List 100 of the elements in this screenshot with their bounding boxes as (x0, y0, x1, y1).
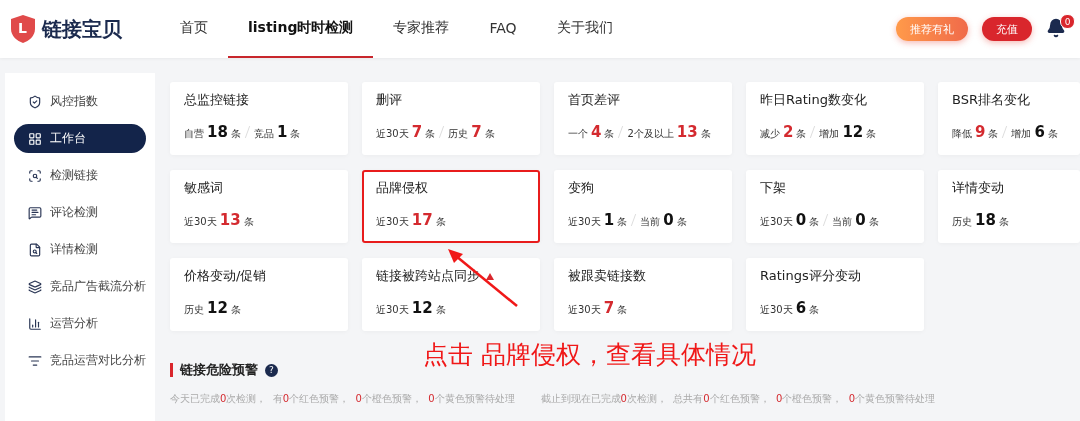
stat-value: 12 (411, 299, 433, 317)
stat-card[interactable]: 昨日Rating数变化 减少 2 条 增加 12 条 (746, 82, 924, 155)
stat-label: 降低 (952, 127, 972, 141)
annotation-text: 点击 品牌侵权，查看具体情况 (423, 339, 756, 371)
sidebar-item[interactable]: 详情检测 (14, 235, 146, 264)
stat-unit: 条 (604, 127, 615, 141)
stat-value: 18 (975, 211, 996, 229)
stat-value: 0 (663, 211, 674, 229)
stat-value: 4 (591, 123, 602, 141)
stat-value: 1 (276, 123, 288, 141)
section-title: 链接危险预警 (180, 361, 258, 379)
stat-unit: 条 (866, 127, 877, 141)
stat-label: 当前 (640, 215, 661, 229)
stat-card[interactable]: 敏感词 近30天 13 条 (170, 170, 348, 243)
stat-card[interactable]: 详情变动 历史 18 条 (938, 170, 1080, 243)
card-title: 删评 (376, 91, 402, 109)
stat-card[interactable]: Ratings评分变动 近30天 6 条 (746, 258, 924, 331)
bar-chart-icon (28, 316, 42, 331)
stat-card[interactable]: 总监控链接 自营 18 条 竞品 1 条 (170, 82, 348, 155)
stat-card[interactable]: BSR排名变化 降低 9 条 增加 6 条 (938, 82, 1080, 155)
stat-unit: 条 (435, 303, 446, 317)
stat-unit: 条 (484, 127, 495, 141)
message-icon (28, 205, 42, 220)
stat-value: 13 (219, 211, 241, 229)
stat-label: 近30天 (760, 215, 793, 229)
stat-card[interactable]: 删评 近30天 7 条 历史 7 条 (362, 82, 540, 155)
stat-unit: 条 (290, 127, 301, 141)
stat-label: 增加 (819, 127, 840, 141)
nav-tab[interactable]: 关于我们 (536, 0, 633, 58)
sidebar-item[interactable]: 检测链接 (14, 161, 146, 190)
sidebar-item[interactable]: 运营分析 (14, 309, 146, 338)
stat-value: 12 (842, 123, 864, 141)
brand-name: 链接宝贝 (42, 15, 122, 43)
card-title: 品牌侵权 (376, 179, 428, 197)
stat-card[interactable]: 被跟卖链接数 近30天 7 条 (554, 258, 732, 331)
nav-tab[interactable]: 专家推荐 (373, 0, 470, 58)
stat-unit: 条 (617, 215, 628, 229)
bell-icon[interactable] (1046, 18, 1066, 38)
stat-label: 历史 (952, 215, 972, 229)
card-title: 下架 (760, 179, 786, 197)
nav-tab[interactable]: listing时时检测 (228, 0, 374, 58)
stat-label: 近30天 (568, 215, 601, 229)
stat-unit: 条 (435, 215, 446, 229)
stat-label: 竞品 (253, 127, 274, 141)
card-title: 首页差评 (568, 91, 620, 109)
stat-unit: 条 (676, 215, 687, 229)
card-title: 变狗 (568, 179, 594, 197)
shield-icon (28, 94, 42, 109)
layers-icon (28, 279, 42, 294)
stat-label: 近30天 (760, 303, 793, 317)
stat-card[interactable]: 下架 近30天 0 条 当前 0 条 (746, 170, 924, 243)
stat-value: 6 (795, 299, 807, 317)
document-search-icon (28, 242, 42, 257)
stat-card[interactable]: 价格变动/促销 历史 12 条 (170, 258, 348, 331)
stat-card[interactable]: 首页差评 一个 4 条 2个及以上 13 条 (554, 82, 732, 155)
scan-icon (28, 168, 42, 183)
stat-value: 6 (1034, 123, 1045, 141)
stat-unit: 条 (617, 303, 628, 317)
stat-label: 近30天 (568, 303, 601, 317)
card-title: 价格变动/促销 (184, 267, 267, 285)
stat-value: 17 (411, 211, 433, 229)
recharge-button[interactable]: 充值 (982, 17, 1032, 41)
stat-unit: 条 (988, 127, 999, 141)
stat-unit: 条 (243, 215, 254, 229)
warning-summary: 今天已完成0次检测， 有0个红色预警， 0个橙色预警， 0个黄色预警待处理 (170, 392, 515, 406)
sidebar-item[interactable]: 竞品广告截流分析 (14, 272, 146, 301)
stat-card[interactable]: 品牌侵权 近30天 17 条 (362, 170, 540, 243)
stat-label: 近30天 (376, 303, 409, 317)
stat-unit: 条 (998, 215, 1009, 229)
stat-unit: 条 (809, 303, 820, 317)
shield-logo-icon (10, 14, 36, 44)
stat-value: 12 (207, 299, 228, 317)
stat-unit: 条 (809, 215, 820, 229)
card-title: 敏感词 (184, 179, 223, 197)
list-icon (28, 353, 42, 368)
help-icon[interactable]: ? (265, 363, 278, 377)
stat-card[interactable]: 变狗 近30天 1 条 当前 0 条 (554, 170, 732, 243)
nav-tab[interactable]: FAQ (469, 0, 537, 58)
stat-unit: 条 (425, 127, 436, 141)
warning-summary: 截止到现在已完成0次检测， 总共有0个红色预警， 0个橙色预警， 0个黄色预警待处理 (540, 392, 936, 406)
card-title: 被跟卖链接数 (568, 267, 646, 285)
logo-letter: L (18, 20, 27, 36)
card-title: 详情变动 (952, 179, 1004, 197)
sidebar-item[interactable]: 风控指数 (14, 87, 146, 116)
stat-label: 一个 (568, 127, 588, 141)
stat-value: 7 (603, 299, 615, 317)
sidebar-item[interactable]: 竞品运营对比分析 (14, 346, 146, 375)
stat-unit: 条 (796, 127, 807, 141)
stat-label: 历史 (184, 303, 204, 317)
stat-value: 7 (471, 123, 482, 141)
card-title: BSR排名变化 (952, 91, 1030, 109)
stat-label: 自营 (184, 127, 204, 141)
stat-label: 2个及以上 (627, 127, 674, 141)
stat-value: 7 (411, 123, 423, 141)
stat-label: 减少 (760, 127, 780, 141)
stat-unit: 条 (230, 303, 241, 317)
sidebar-item[interactable]: 评论检测 (14, 198, 146, 227)
sidebar-item[interactable]: 工作台 (14, 124, 146, 153)
nav-tab[interactable]: 首页 (160, 0, 228, 58)
stat-label: 近30天 (184, 215, 217, 229)
